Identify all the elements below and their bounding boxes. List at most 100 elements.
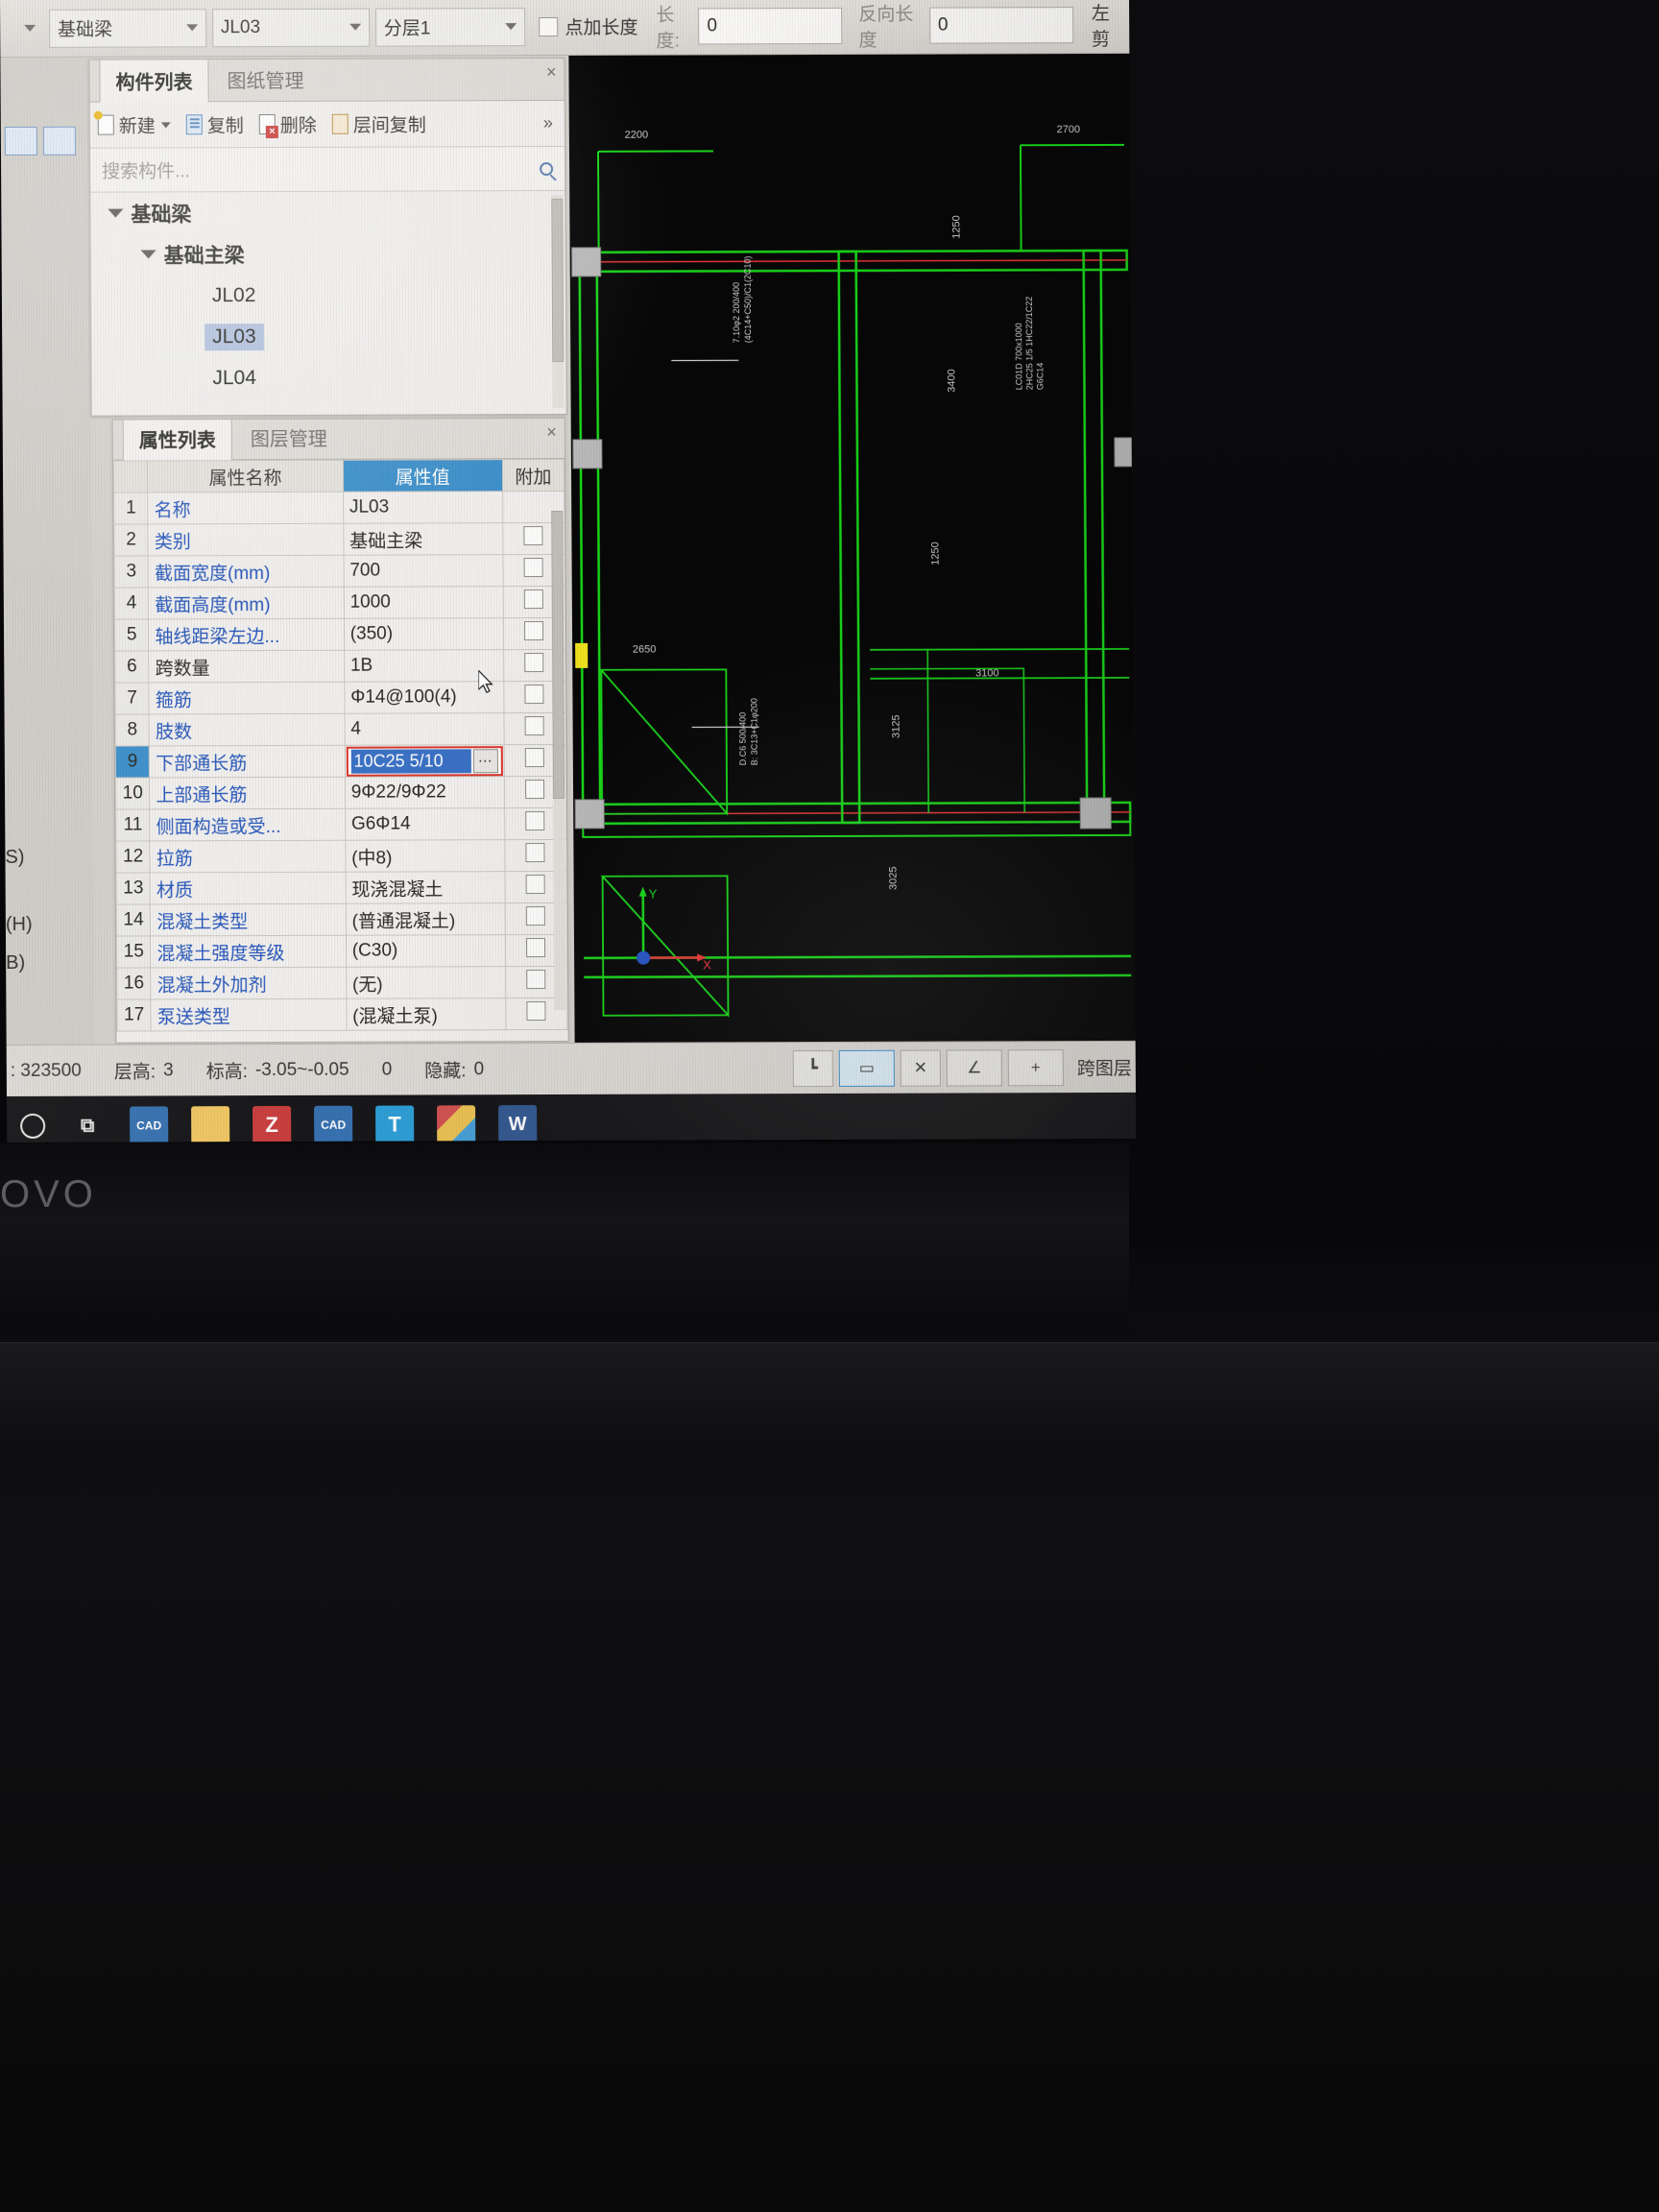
checkbox-icon[interactable] <box>524 621 544 641</box>
tab-component-list[interactable]: 构件列表 <box>99 59 209 103</box>
checkbox-icon[interactable] <box>523 526 543 546</box>
triangle-expanded-icon[interactable] <box>108 208 124 218</box>
property-value-cell[interactable]: (C30) <box>346 934 506 968</box>
property-name-cell[interactable]: 箍筋 <box>149 682 345 714</box>
component-tree-scrollbar[interactable] <box>551 194 565 408</box>
property-row[interactable]: 1 名称 JL03 <box>113 491 565 525</box>
property-value-cell[interactable]: 4 <box>344 712 504 746</box>
checkbox-icon[interactable] <box>526 906 546 926</box>
triangle-expanded-icon[interactable] <box>140 250 156 259</box>
property-value-cell[interactable]: (中8) <box>345 839 505 873</box>
copy-between-floors-button[interactable]: 层间复制 <box>331 110 426 136</box>
property-row[interactable]: 6 跨数量 1B <box>114 649 565 684</box>
property-row[interactable]: 10 上部通长筋 9Φ22/9Φ22 <box>115 776 566 810</box>
angle-button[interactable]: ∠ <box>946 1048 1002 1087</box>
property-row[interactable]: 4 截面高度(mm) 1000 <box>114 586 565 620</box>
tree-group-foundation-beam[interactable]: 基础梁 <box>90 191 565 234</box>
property-value-cell[interactable]: (350) <box>344 617 504 651</box>
search-input[interactable]: 搜索构件... <box>102 156 540 183</box>
property-name-cell[interactable]: 跨数量 <box>149 650 345 683</box>
property-name-cell[interactable]: 截面高度(mm) <box>148 587 345 619</box>
property-name-cell[interactable]: 拉筋 <box>150 840 346 873</box>
tab-property-list[interactable]: 属性列表 <box>122 417 232 461</box>
close-icon[interactable]: × <box>546 422 557 443</box>
desktop-icon-2[interactable] <box>42 126 76 156</box>
checkbox-icon[interactable] <box>523 558 544 578</box>
cad-app-1-icon[interactable]: CAD <box>130 1106 169 1142</box>
checkbox-icon[interactable] <box>525 811 545 831</box>
word-app-icon[interactable]: W <box>498 1105 538 1142</box>
property-row[interactable]: 8 肢数 4 <box>115 712 566 747</box>
copy-component-button[interactable]: 复制 <box>185 111 244 137</box>
property-value-cell[interactable]: 1000 <box>343 586 504 619</box>
checkbox-icon[interactable] <box>524 653 544 673</box>
search-component-row[interactable]: 搜索构件... <box>89 146 565 193</box>
option-bar-left-caret[interactable] <box>0 9 43 47</box>
property-row[interactable]: 11 侧面构造或受... G6Φ14 <box>115 807 566 842</box>
task-view-icon[interactable]: ⧉ <box>68 1107 107 1142</box>
tab-layer-management[interactable]: 图层管理 <box>234 418 344 459</box>
property-row[interactable]: 13 材质 现浇混凝土 <box>116 871 567 905</box>
property-name-cell[interactable]: 泵送类型 <box>151 998 347 1031</box>
chevron-down-icon[interactable] <box>160 121 171 128</box>
tree-group-main-foundation-beam[interactable]: 基础主梁 <box>90 232 565 276</box>
layer-combo[interactable]: 分层1 <box>374 7 526 47</box>
property-name-cell[interactable]: 截面宽度(mm) <box>148 555 344 588</box>
search-icon[interactable] <box>540 161 554 176</box>
property-value-editor[interactable]: 10C25 5/10 ⋯ <box>346 745 503 777</box>
point-add-length-checkbox[interactable]: 点加长度 <box>531 7 645 45</box>
tree-item-jl04[interactable]: JL04 <box>91 356 565 399</box>
property-name-cell[interactable]: 肢数 <box>149 713 345 746</box>
checkbox-icon[interactable] <box>526 1001 546 1022</box>
checkbox-icon[interactable] <box>525 780 545 800</box>
property-row[interactable]: 9 下部通长筋 10C25 5/10 ⋯ <box>115 744 566 779</box>
cortana-search-icon[interactable] <box>20 1113 46 1139</box>
property-name-cell[interactable]: 混凝土类型 <box>150 903 347 936</box>
cad-drawing-viewport[interactable]: 2200 2700 2650 3100 1250 3400 1250 3125 … <box>568 53 1136 1045</box>
open-rebar-dialog-button[interactable]: ⋯ <box>472 748 498 773</box>
property-name-cell[interactable]: 上部通长筋 <box>149 777 346 809</box>
property-value-cell[interactable]: G6Φ14 <box>345 807 505 841</box>
checkbox-icon[interactable] <box>524 685 544 705</box>
rect-select-button[interactable]: ▭ <box>838 1049 895 1087</box>
tab-drawing-management[interactable]: 图纸管理 <box>210 58 320 101</box>
property-row[interactable]: 17 泵送类型 (混凝土泵) <box>116 998 568 1032</box>
reverse-length-input[interactable]: 0 <box>928 6 1074 44</box>
property-row[interactable]: 3 截面宽度(mm) 700 <box>114 554 565 589</box>
snap-corner-button[interactable]: ┗ <box>792 1049 833 1087</box>
checkbox-icon[interactable] <box>525 843 545 863</box>
property-value-editor-cell[interactable]: 10C25 5/10 ⋯ <box>344 744 505 778</box>
scrollbar-thumb[interactable] <box>551 510 565 799</box>
property-name-cell[interactable]: 材质 <box>150 872 346 904</box>
glodon-gtj-icon[interactable] <box>437 1105 476 1142</box>
close-x-button[interactable]: ✕ <box>900 1049 941 1087</box>
property-name-cell[interactable]: 轴线距梁左边... <box>148 618 345 651</box>
property-value-cell[interactable]: 9Φ22/9Φ22 <box>345 776 505 809</box>
toolbar-overflow-icon[interactable]: » <box>543 113 557 133</box>
file-explorer-icon[interactable] <box>191 1106 230 1142</box>
checkbox-icon[interactable] <box>525 748 545 768</box>
tree-item-jl02[interactable]: JL02 <box>91 274 565 317</box>
scrollbar-thumb[interactable] <box>551 198 565 362</box>
property-value-cell[interactable]: JL03 <box>343 491 503 524</box>
property-row[interactable]: 7 箍筋 Φ14@100(4) <box>114 681 566 715</box>
close-icon[interactable]: × <box>546 62 557 83</box>
property-row[interactable]: 14 混凝土类型 (普通混凝土) <box>116 902 567 937</box>
cross-layer-label[interactable]: 跨图层 <box>1077 1054 1132 1080</box>
desktop-icon-1[interactable] <box>4 126 37 156</box>
property-name-cell[interactable]: 侧面构造或受... <box>150 808 346 841</box>
property-row[interactable]: 15 混凝土强度等级 (C30) <box>116 934 567 969</box>
checkbox-icon[interactable] <box>524 716 545 736</box>
property-value-cell[interactable]: 基础主梁 <box>343 522 503 556</box>
property-name-cell[interactable]: 名称 <box>148 492 344 524</box>
property-name-cell[interactable]: 下部通长筋 <box>149 745 346 778</box>
component-type-combo[interactable]: 基础梁 <box>48 8 207 48</box>
property-row[interactable]: 12 拉筋 (中8) <box>115 839 567 874</box>
property-row[interactable]: 16 混凝土外加剂 (无) <box>116 966 567 1000</box>
component-name-combo[interactable]: JL03 <box>211 8 370 47</box>
checkbox-icon[interactable] <box>526 970 546 990</box>
property-name-cell[interactable]: 混凝土外加剂 <box>151 967 347 999</box>
property-row[interactable]: 2 类别 基础主梁 <box>113 522 565 557</box>
new-component-button[interactable]: 新建 <box>97 111 171 137</box>
property-value-input[interactable]: 10C25 5/10 <box>350 748 471 774</box>
